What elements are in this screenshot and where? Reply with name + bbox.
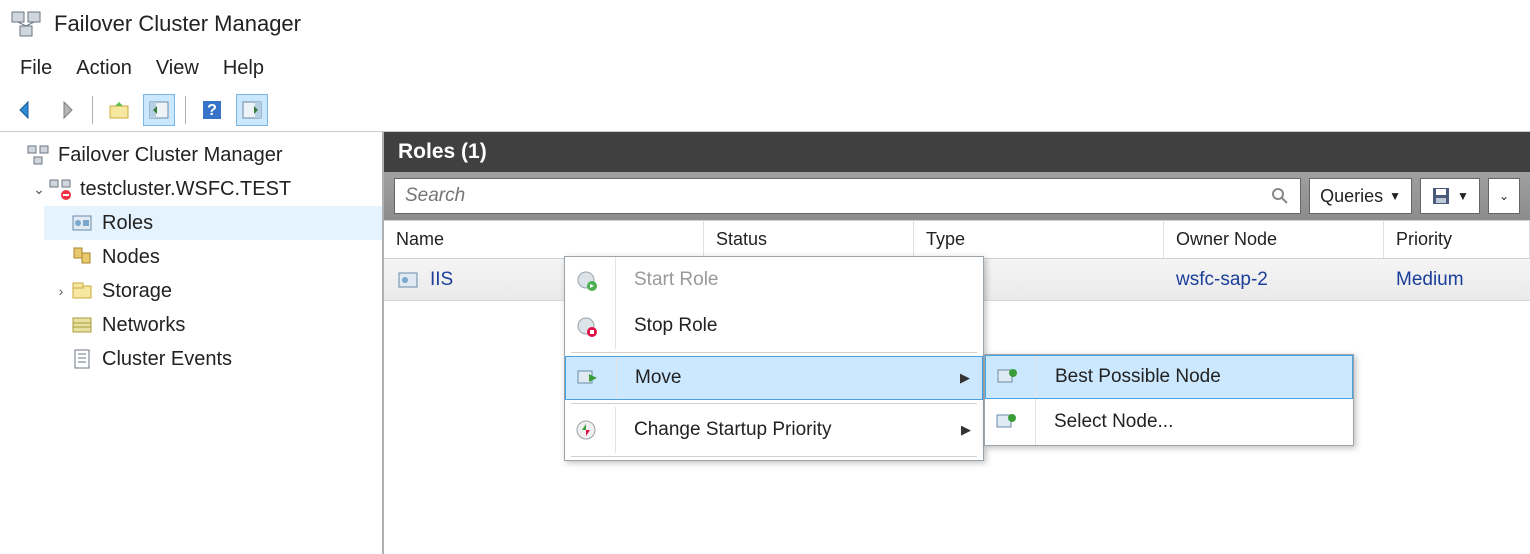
col-status[interactable]: Status [704,221,914,258]
col-name[interactable]: Name [384,221,704,258]
queries-label: Queries [1320,186,1383,207]
search-input[interactable] [405,185,1270,207]
show-hide-tree-button[interactable] [143,94,175,126]
menu-view[interactable]: View [156,57,199,80]
separator [571,352,977,353]
save-button[interactable]: ▼ [1420,178,1480,214]
col-owner[interactable]: Owner Node [1164,221,1384,258]
tree-item-label: Roles [102,212,153,235]
tree-item-label: Nodes [102,246,160,269]
search-icon[interactable] [1270,186,1290,206]
cluster-manager-icon [26,143,50,167]
submenu-arrow-icon: ▶ [960,370,970,386]
tree-item-label: Storage [102,280,172,303]
context-menu: Start Role Stop Role Move ▶ [564,256,984,461]
collapse-icon[interactable]: ⌄ [30,181,48,198]
chevron-down-icon: ▼ [1389,189,1401,203]
ctx-label: Change Startup Priority [634,419,947,441]
back-button[interactable] [10,94,42,126]
ctx-label: Select Node... [1054,411,1341,433]
role-icon [396,268,420,292]
forward-button[interactable] [50,94,82,126]
ctx-label: Start Role [634,269,971,291]
separator [92,96,93,124]
expand-icon[interactable]: › [52,283,70,299]
row-priority: Medium [1384,269,1530,291]
storage-icon [70,279,94,303]
ctx-select-node[interactable]: Select Node... [985,399,1353,445]
ctx-best-node[interactable]: Best Possible Node [985,355,1353,399]
priority-icon [571,415,601,445]
up-button[interactable] [103,94,135,126]
cluster-icon [48,177,72,201]
tree-item-networks[interactable]: Networks [44,308,382,342]
col-type[interactable]: Type [914,221,1164,258]
menu-help[interactable]: Help [223,57,264,80]
roles-header: Roles (1) [384,132,1530,172]
toolbar: ? [0,88,1530,132]
row-owner: wsfc-sap-2 [1164,269,1384,291]
search-row: Queries ▼ ▼ ⌄ [384,172,1530,220]
node-best-icon [992,362,1022,392]
tree-cluster-label: testcluster.WSFC.TEST [80,178,291,201]
navigation-tree: Failover Cluster Manager ⌄ testcluster.W… [0,132,384,554]
tree-item-storage[interactable]: › Storage [44,274,382,308]
separator [571,403,977,404]
gear-start-icon [571,265,601,295]
app-icon [10,8,42,40]
submenu-arrow-icon: ▶ [961,422,971,438]
tree-root[interactable]: Failover Cluster Manager [0,138,382,172]
content-pane: Roles (1) Queries ▼ ▼ ⌄ Name Status [384,132,1530,554]
column-headers: Name Status Type Owner Node Priority [384,220,1530,259]
gear-stop-icon [571,311,601,341]
tree-root-label: Failover Cluster Manager [58,144,283,167]
context-submenu: Best Possible Node Select Node... [984,354,1354,446]
ctx-label: Stop Role [634,315,971,337]
tree-item-roles[interactable]: Roles [44,206,382,240]
networks-icon [70,313,94,337]
tree-item-nodes[interactable]: Nodes [44,240,382,274]
queries-dropdown[interactable]: Queries ▼ [1309,178,1412,214]
app-title: Failover Cluster Manager [54,11,301,37]
ctx-move[interactable]: Move ▶ [565,356,983,400]
ctx-label: Best Possible Node [1055,366,1340,388]
row-name: IIS [430,269,453,291]
chevron-down-icon: ⌄ [1499,189,1509,203]
move-icon [572,363,602,393]
ctx-stop-role[interactable]: Stop Role [565,303,983,349]
chevron-down-icon: ▼ [1457,189,1469,203]
search-box[interactable] [394,178,1301,214]
tree-item-cluster-events[interactable]: Cluster Events [44,342,382,376]
help-button[interactable]: ? [196,94,228,126]
more-button[interactable]: ⌄ [1488,178,1520,214]
title-bar: Failover Cluster Manager [0,0,1530,48]
svg-text:?: ? [207,102,217,119]
menu-bar: File Action View Help [0,48,1530,88]
col-priority[interactable]: Priority [1384,221,1530,258]
nodes-icon [70,245,94,269]
ctx-start-role: Start Role [565,257,983,303]
separator [571,456,977,457]
roles-icon [70,211,94,235]
tree-item-label: Cluster Events [102,348,232,371]
tree-item-label: Networks [102,314,185,337]
separator [185,96,186,124]
menu-file[interactable]: File [20,57,52,80]
ctx-change-priority[interactable]: Change Startup Priority ▶ [565,407,983,453]
ctx-label: Move [635,367,946,389]
node-select-icon [991,407,1021,437]
menu-action[interactable]: Action [76,57,132,80]
tree-cluster[interactable]: ⌄ testcluster.WSFC.TEST [22,172,382,206]
show-hide-action-button[interactable] [236,94,268,126]
events-icon [70,347,94,371]
